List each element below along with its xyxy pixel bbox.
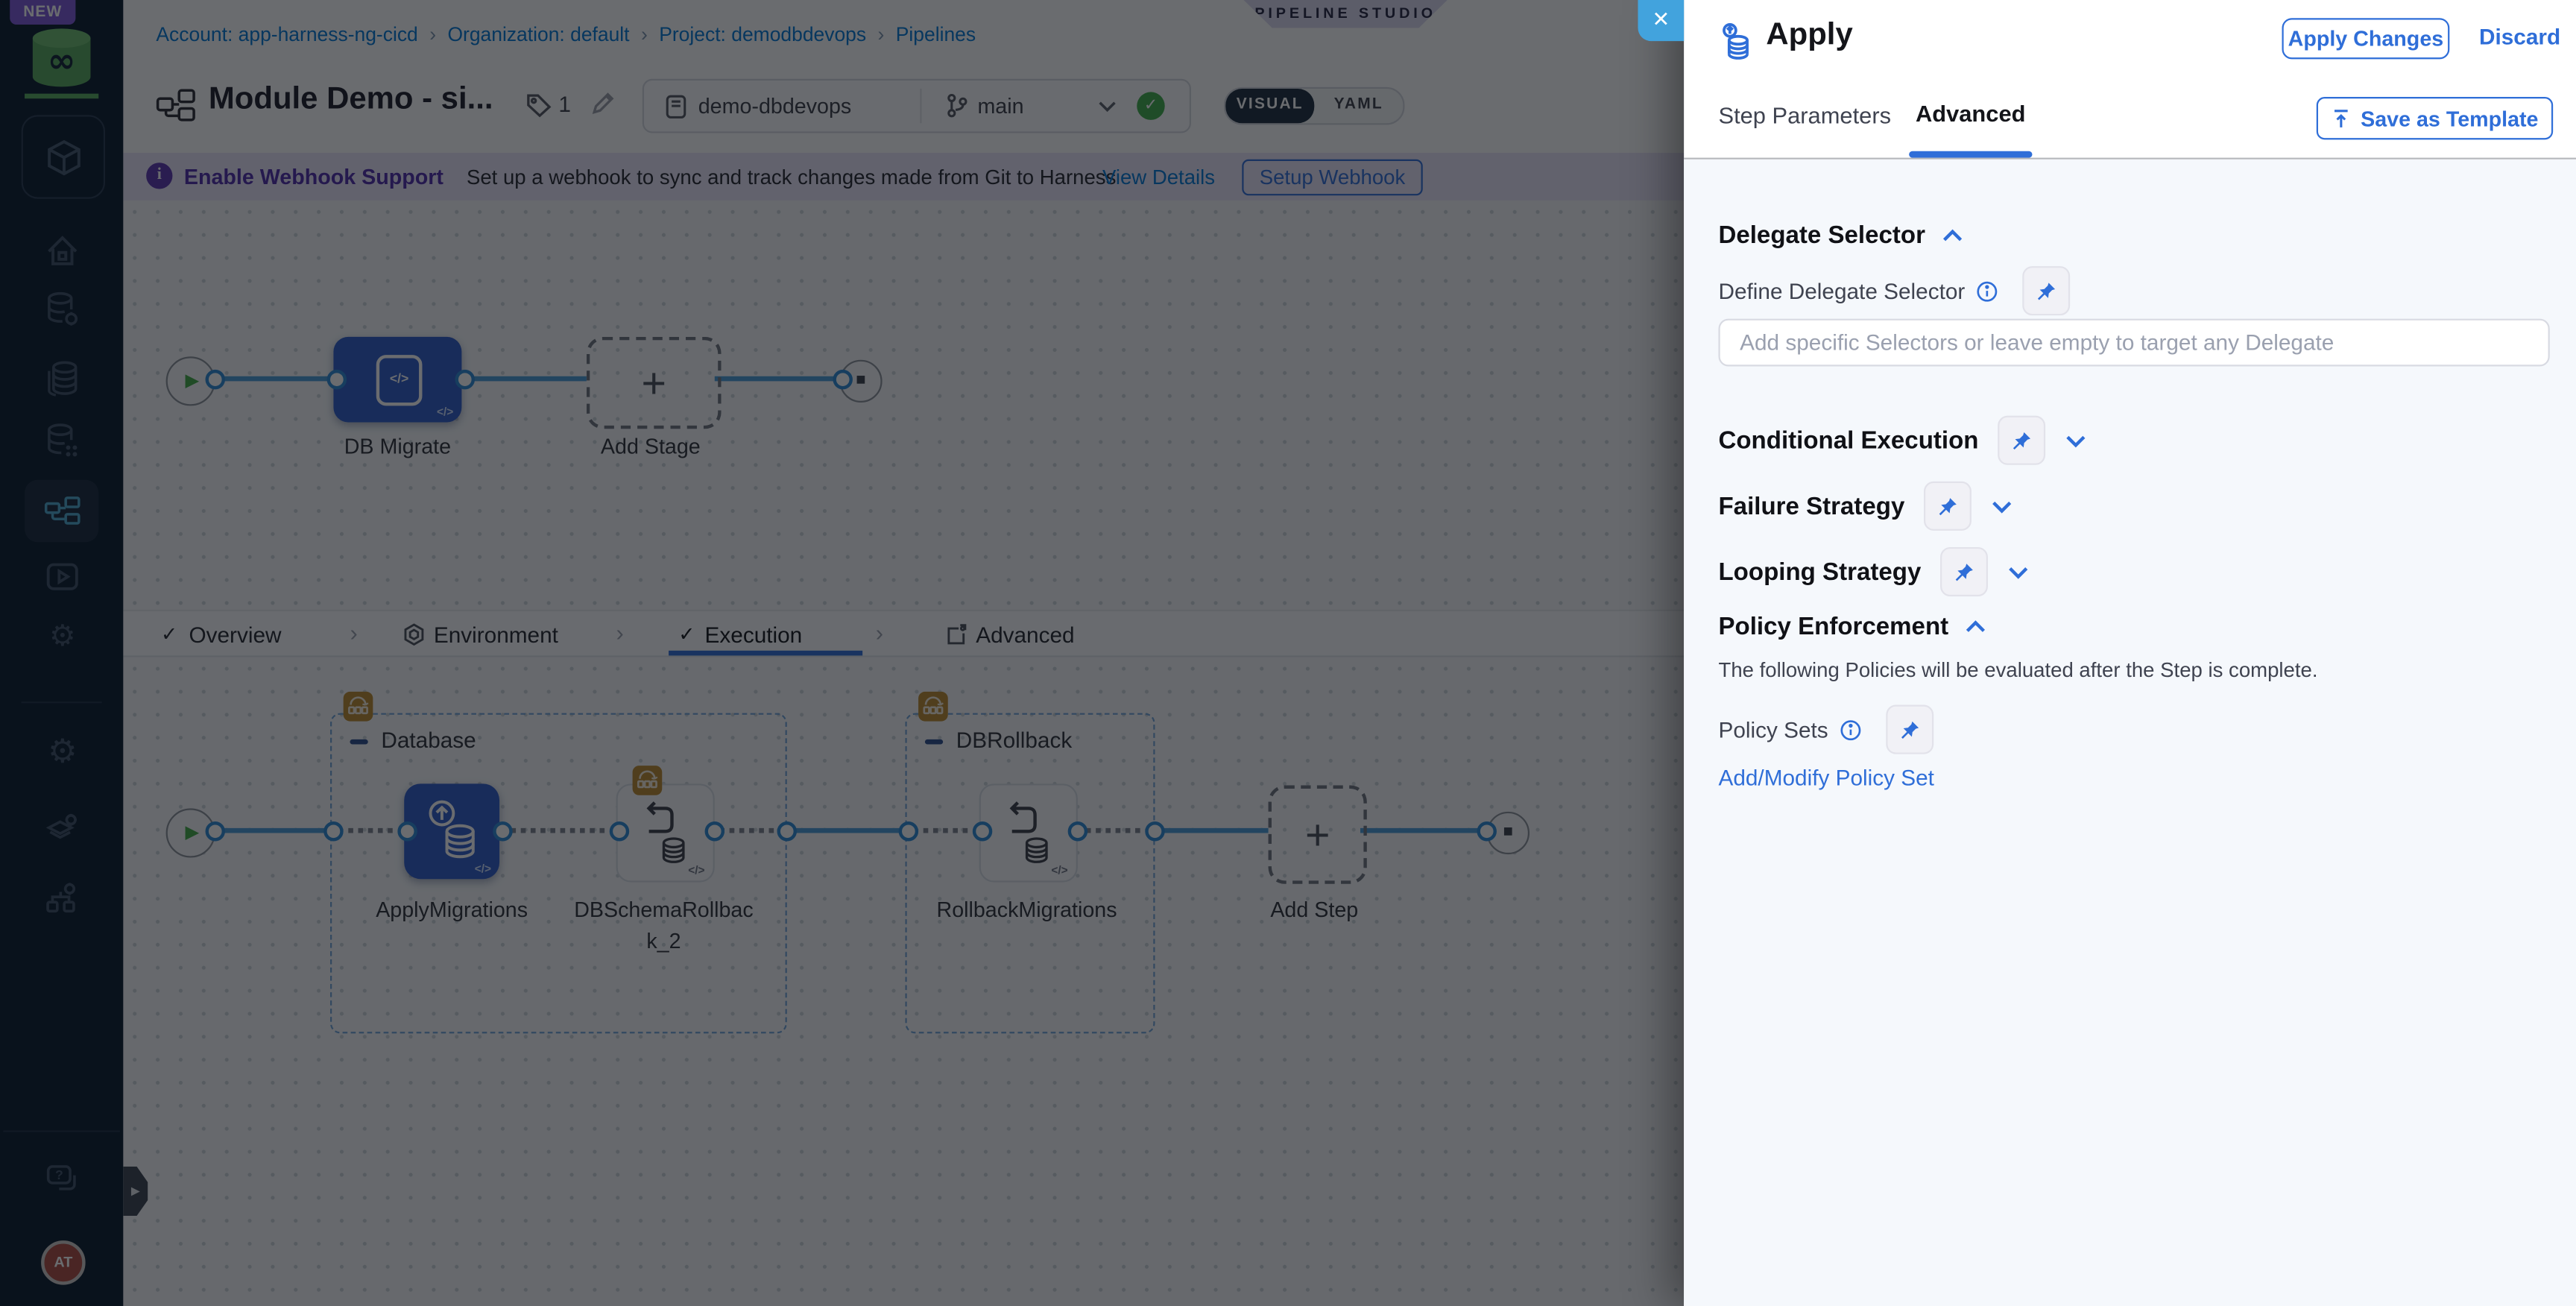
pipeline-studio-app: Account: app-harness-ng-cicd›Organizatio… bbox=[0, 0, 2576, 1306]
drawer-title: Apply bbox=[1766, 18, 1853, 53]
chevron-up-icon bbox=[1942, 229, 1962, 242]
delegate-selector-input[interactable] bbox=[1718, 318, 2550, 367]
pin-runtime-input-button[interactable] bbox=[1940, 546, 1989, 597]
tab-step-parameters[interactable]: Step Parameters bbox=[1718, 102, 1891, 128]
define-delegate-row: Define Delegate Selector bbox=[1718, 266, 2071, 316]
policy-sets-row: Policy Sets bbox=[1718, 704, 1933, 754]
pin-runtime-input-button[interactable] bbox=[2022, 266, 2071, 316]
upload-icon bbox=[2334, 109, 2348, 127]
add-modify-policy-set-link[interactable]: Add/Modify Policy Set bbox=[1718, 766, 1933, 790]
modal-overlay[interactable] bbox=[0, 0, 1685, 1306]
apply-changes-button[interactable]: Apply Changes bbox=[2282, 18, 2450, 60]
pin-runtime-input-button[interactable] bbox=[1885, 704, 1933, 754]
failure-strategy-heading: Failure Strategy bbox=[1718, 492, 1905, 520]
discard-button[interactable]: Discard bbox=[2479, 25, 2560, 49]
chevron-down-icon[interactable] bbox=[2065, 433, 2087, 448]
active-tab-underline bbox=[1909, 151, 2033, 157]
apply-step-icon bbox=[1717, 22, 1756, 63]
save-as-template-label: Save as Template bbox=[2361, 106, 2539, 131]
policy-description: The following Policies will be evaluated… bbox=[1718, 658, 2318, 682]
policy-sets-label: Policy Sets bbox=[1718, 717, 1828, 742]
close-icon: ✕ bbox=[1652, 6, 1670, 31]
chevron-down-icon[interactable] bbox=[2008, 564, 2030, 579]
pin-icon bbox=[2038, 282, 2056, 300]
pin-icon bbox=[1901, 720, 1919, 738]
policy-enforcement-heading: Policy Enforcement bbox=[1718, 613, 1949, 641]
looping-strategy-heading: Looping Strategy bbox=[1718, 558, 1922, 586]
failure-strategy-row: Failure Strategy bbox=[1718, 481, 2013, 531]
delegate-selector-heading: Delegate Selector bbox=[1718, 221, 1925, 250]
conditional-execution-row: Conditional Execution bbox=[1718, 415, 2087, 465]
pin-runtime-input-button[interactable] bbox=[1998, 415, 2046, 465]
info-icon[interactable] bbox=[1840, 719, 1861, 740]
save-as-template-button[interactable]: Save as Template bbox=[2316, 97, 2554, 140]
close-drawer-button[interactable]: ✕ bbox=[1638, 0, 1685, 42]
delegate-selector-section-header[interactable]: Delegate Selector bbox=[1718, 222, 1963, 250]
policy-enforcement-section-header[interactable]: Policy Enforcement bbox=[1718, 613, 1986, 641]
pin-runtime-input-button[interactable] bbox=[1924, 481, 1972, 531]
chevron-up-icon bbox=[1966, 620, 1986, 632]
tab-advanced[interactable]: Advanced bbox=[1916, 100, 2026, 126]
pin-icon bbox=[2013, 431, 2031, 449]
pin-icon bbox=[1939, 496, 1957, 515]
conditional-execution-heading: Conditional Execution bbox=[1718, 426, 1979, 455]
looping-strategy-row: Looping Strategy bbox=[1718, 546, 2030, 597]
step-config-drawer: ✕ Apply Apply Changes Discard Step Param… bbox=[1638, 0, 2576, 1306]
info-icon[interactable] bbox=[1977, 280, 1998, 302]
pin-icon bbox=[1956, 563, 1974, 581]
chevron-down-icon[interactable] bbox=[1992, 499, 2013, 514]
define-delegate-label: Define Delegate Selector bbox=[1718, 278, 1966, 303]
